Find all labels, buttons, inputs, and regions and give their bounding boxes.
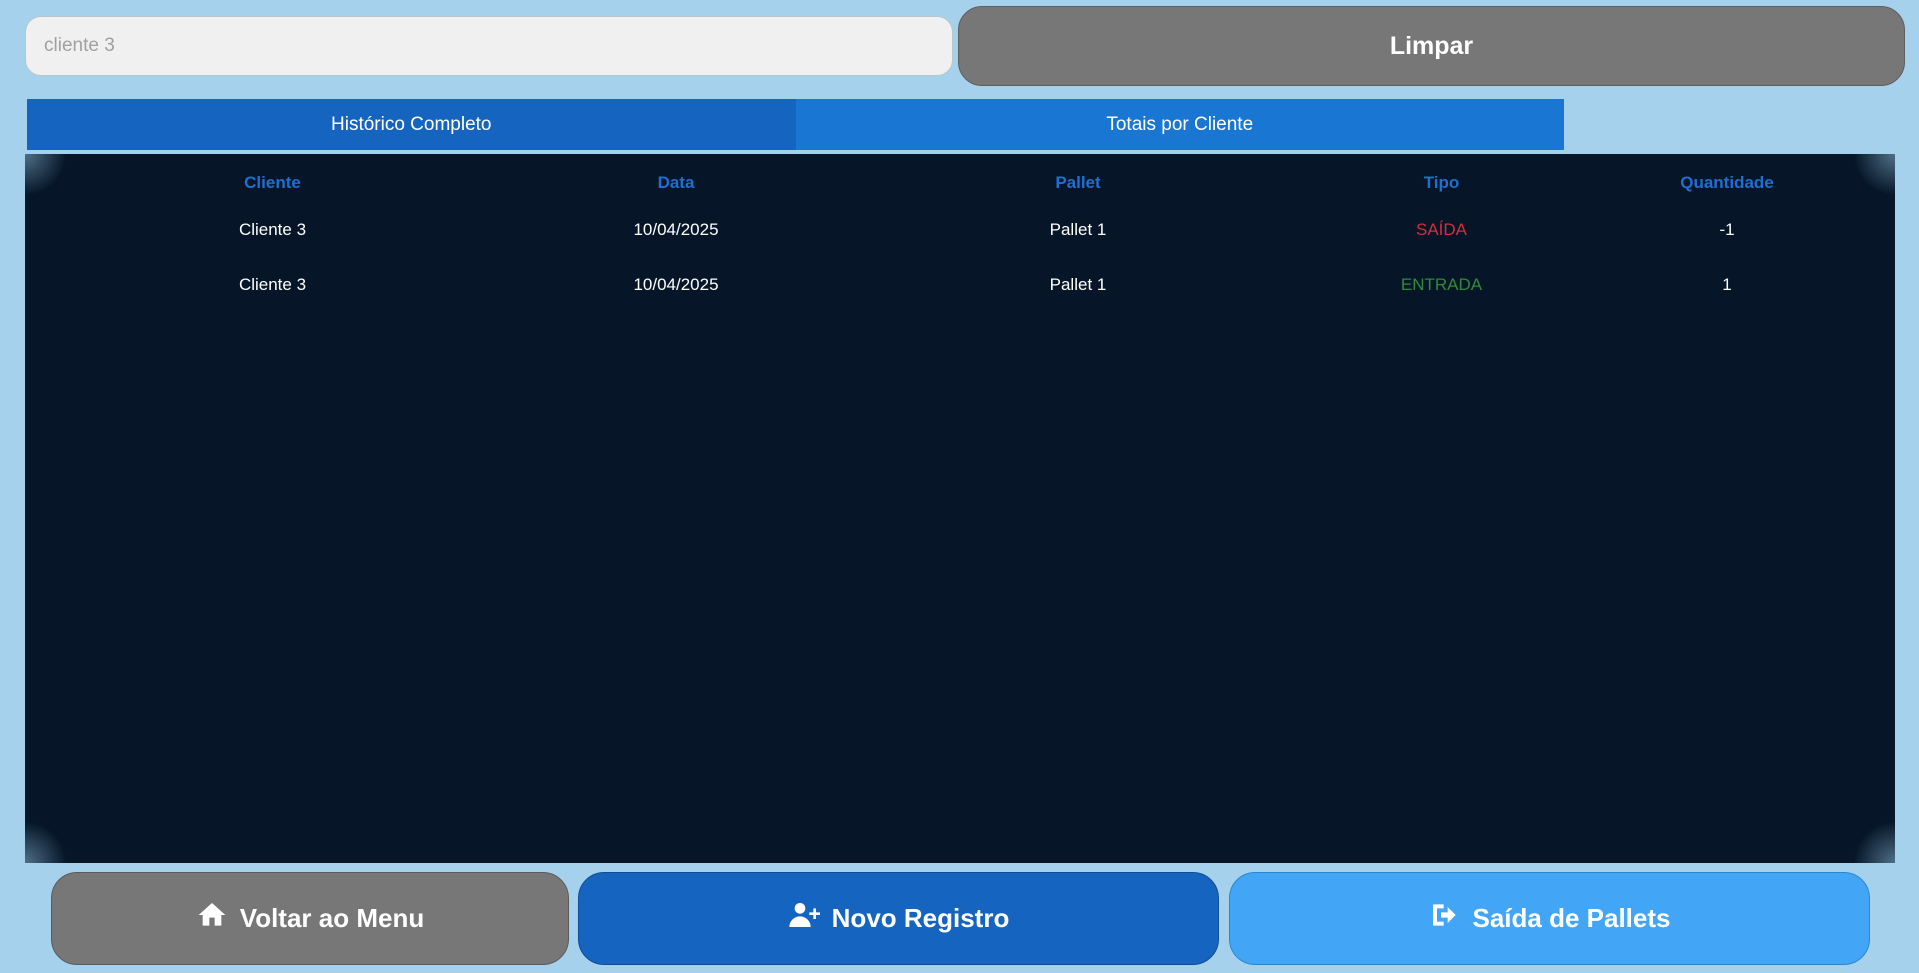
tab-totais-por-cliente[interactable]: Totais por Cliente — [795, 99, 1564, 150]
cell-tipo: ENTRADA — [1400, 274, 1483, 294]
home-icon — [196, 899, 228, 938]
column-header-quantidade: Quantidade — [1680, 173, 1774, 192]
sign-out-icon — [1429, 899, 1461, 938]
tab-historico-completo[interactable]: Histórico Completo — [27, 99, 796, 150]
new-record-button[interactable]: Novo Registro — [578, 872, 1219, 965]
back-to-menu-button[interactable]: Voltar ao Menu — [51, 872, 569, 965]
tab-bar: Histórico Completo Totais por Cliente — [27, 99, 1564, 150]
table-row[interactable]: Cliente 3 10/04/2025 Pallet 1 ENTRADA 1 — [25, 257, 1895, 312]
cell-quantidade: -1 — [1719, 219, 1735, 239]
cell-pallet: Pallet 1 — [1049, 274, 1107, 294]
new-record-label: Novo Registro — [831, 903, 1010, 933]
pallet-exit-label: Saída de Pallets — [1472, 903, 1671, 933]
column-header-tipo: Tipo — [1423, 173, 1460, 192]
results-panel[interactable]: Cliente Data Pallet Tipo Quantidade Clie… — [25, 154, 1895, 863]
cell-cliente: Cliente 3 — [238, 219, 307, 239]
user-plus-icon — [788, 899, 820, 938]
column-header-pallet: Pallet — [1055, 173, 1101, 192]
search-input[interactable] — [25, 16, 953, 76]
pallet-exit-button[interactable]: Saída de Pallets — [1229, 872, 1870, 965]
column-header-cliente: Cliente — [244, 173, 301, 192]
table-header-row: Cliente Data Pallet Tipo Quantidade — [25, 164, 1895, 202]
column-header-data: Data — [657, 173, 695, 192]
cell-data: 10/04/2025 — [633, 219, 719, 239]
panel-corner-glow — [1850, 818, 1895, 863]
cell-tipo: SAÍDA — [1415, 219, 1468, 239]
table-row[interactable]: Cliente 3 10/04/2025 Pallet 1 SAÍDA -1 — [25, 202, 1895, 257]
cell-cliente: Cliente 3 — [238, 274, 307, 294]
history-table: Cliente Data Pallet Tipo Quantidade Clie… — [25, 164, 1895, 312]
back-to-menu-label: Voltar ao Menu — [239, 903, 425, 933]
cell-data: 10/04/2025 — [633, 274, 719, 294]
clear-button[interactable]: Limpar — [958, 6, 1905, 86]
cell-pallet: Pallet 1 — [1049, 219, 1107, 239]
cell-quantidade: 1 — [1722, 274, 1732, 294]
panel-corner-glow — [25, 818, 70, 863]
